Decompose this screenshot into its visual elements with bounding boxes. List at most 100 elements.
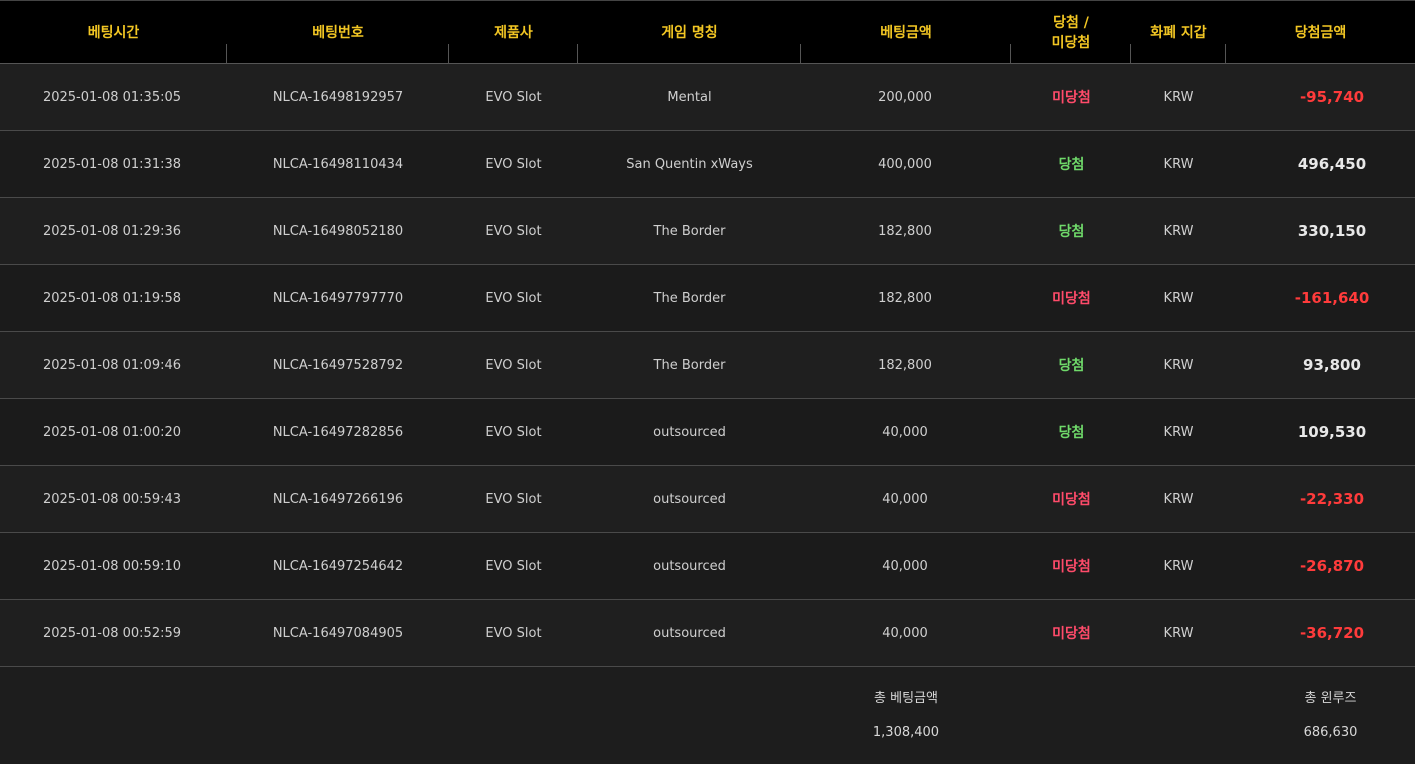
cell-wallet: KRW: [1163, 558, 1194, 574]
cell-wallet: KRW: [1163, 625, 1194, 641]
table-row: 2025-01-08 01:00:20 NLCA-16497282856 EVO S…: [0, 399, 1415, 466]
cell-bet-amount: 200,000: [878, 89, 932, 105]
cell-wallet: KRW: [1163, 89, 1194, 105]
cell-bet-number: NLCA-16497084905: [272, 625, 404, 641]
cell-bet-number: NLCA-16498192957: [272, 89, 404, 105]
header-result-line1: 당첨 /: [1053, 15, 1089, 31]
cell-bet-number: NLCA-16497282856: [272, 424, 404, 440]
cell-result: 당첨: [1058, 425, 1085, 441]
header-result: 당첨 / 미당첨: [1011, 1, 1131, 65]
cell-game-name: San Quentin xWays: [626, 156, 753, 172]
cell-result: 당첨: [1058, 224, 1085, 240]
cell-result: 미당첨: [1052, 626, 1091, 642]
cell-bet-amount: 40,000: [882, 491, 928, 507]
cell-game-name: The Border: [653, 357, 726, 373]
cell-bet-amount: 40,000: [882, 625, 928, 641]
cell-game-name: outsourced: [653, 558, 726, 574]
cell-result: 미당첨: [1052, 90, 1091, 106]
cell-bet-number: NLCA-16498052180: [272, 223, 404, 239]
cell-bet-number: NLCA-16498110434: [272, 156, 404, 172]
cell-bet-amount: 40,000: [882, 558, 928, 574]
header-result-line2: 미당첨: [1051, 35, 1091, 51]
header-game-name: 게임 명칭: [661, 25, 718, 41]
cell-provider: EVO Slot: [485, 424, 542, 440]
cell-provider: EVO Slot: [485, 89, 542, 105]
total-bet-value: 1,308,400: [872, 725, 940, 740]
header-bet-time: 베팅시간: [87, 25, 140, 41]
cell-bet-time: 2025-01-08 01:09:46: [42, 357, 182, 373]
cell-wallet: KRW: [1163, 424, 1194, 440]
cell-provider: EVO Slot: [485, 223, 542, 239]
cell-bet-amount: 182,800: [878, 290, 932, 306]
cell-provider: EVO Slot: [485, 558, 542, 574]
cell-bet-time: 2025-01-08 01:00:20: [42, 424, 182, 440]
cell-game-name: The Border: [653, 290, 726, 306]
cell-bet-time: 2025-01-08 01:35:05: [42, 89, 182, 105]
cell-provider: EVO Slot: [485, 357, 542, 373]
header-wallet: 화폐 지갑: [1150, 25, 1207, 41]
table-row: 2025-01-08 01:19:58 NLCA-16497797770 EVO S…: [0, 265, 1415, 332]
cell-result: 미당첨: [1052, 291, 1091, 307]
total-bet-label: 총 베팅금액: [874, 691, 938, 706]
cell-bet-number: NLCA-16497254642: [272, 558, 404, 574]
cell-win-amount: -36,720: [1299, 624, 1365, 642]
cell-provider: EVO Slot: [485, 625, 542, 641]
header-divider: [1225, 44, 1226, 65]
cell-win-amount: -95,740: [1299, 88, 1365, 106]
cell-game-name: outsourced: [653, 491, 726, 507]
total-winloss-value: 686,630: [1303, 725, 1358, 740]
cell-provider: EVO Slot: [485, 290, 542, 306]
cell-bet-amount: 182,800: [878, 357, 932, 373]
cell-win-amount: -22,330: [1299, 490, 1365, 508]
cell-game-name: outsourced: [653, 424, 726, 440]
header-divider: [577, 44, 578, 65]
cell-bet-amount: 400,000: [878, 156, 932, 172]
cell-win-amount: -26,870: [1299, 557, 1365, 575]
table-row: 2025-01-08 01:35:05 NLCA-16498192957 EVO S…: [0, 64, 1415, 131]
cell-game-name: outsourced: [653, 625, 726, 641]
cell-win-amount: -161,640: [1294, 289, 1370, 307]
table-body: 2025-01-08 01:35:05 NLCA-16498192957 EVO S…: [0, 64, 1415, 667]
cell-bet-time: 2025-01-08 00:59:10: [42, 558, 182, 574]
cell-game-name: The Border: [653, 223, 726, 239]
cell-bet-amount: 40,000: [882, 424, 928, 440]
table-row: 2025-01-08 01:09:46 NLCA-16497528792 EVO S…: [0, 332, 1415, 399]
header-bet-amount: 베팅금액: [880, 25, 932, 41]
cell-bet-number: NLCA-16497797770: [272, 290, 404, 306]
cell-bet-amount: 182,800: [878, 223, 932, 239]
header-bet-number: 베팅번호: [312, 25, 364, 41]
cell-wallet: KRW: [1163, 156, 1194, 172]
table-row: 2025-01-08 00:59:10 NLCA-16497254642 EVO S…: [0, 533, 1415, 600]
cell-win-amount: 109,530: [1297, 423, 1367, 441]
cell-bet-time: 2025-01-08 01:19:58: [42, 290, 182, 306]
cell-game-name: Mental: [667, 89, 712, 105]
cell-wallet: KRW: [1163, 290, 1194, 306]
header-provider: 제품사: [494, 25, 533, 41]
table-row: 2025-01-08 00:52:59 NLCA-16497084905 EVO S…: [0, 600, 1415, 667]
cell-win-amount: 496,450: [1297, 155, 1367, 173]
cell-win-amount: 93,800: [1303, 356, 1361, 374]
table-header: 베팅시간 베팅번호 제품사 게임 명칭 베팅금액 당첨 / 미당첨 화폐 지갑 …: [0, 0, 1415, 65]
cell-wallet: KRW: [1163, 491, 1194, 507]
table-footer: 총 베팅금액 1,308,400 총 윈루즈 686,630: [0, 667, 1415, 764]
cell-bet-number: NLCA-16497266196: [272, 491, 404, 507]
cell-result: 당첨: [1058, 358, 1085, 374]
cell-bet-time: 2025-01-08 01:29:36: [42, 223, 182, 239]
cell-wallet: KRW: [1163, 357, 1194, 373]
cell-bet-time: 2025-01-08 01:31:38: [42, 156, 182, 172]
table-row: 2025-01-08 01:29:36 NLCA-16498052180 EVO S…: [0, 198, 1415, 265]
cell-win-amount: 330,150: [1297, 222, 1367, 240]
cell-result: 미당첨: [1052, 559, 1091, 575]
cell-bet-number: NLCA-16497528792: [272, 357, 404, 373]
cell-result: 당첨: [1058, 157, 1085, 173]
header-divider: [226, 44, 227, 65]
header-divider: [1130, 44, 1131, 65]
bet-history-table: 베팅시간 베팅번호 제품사 게임 명칭 베팅금액 당첨 / 미당첨 화폐 지갑 …: [0, 0, 1415, 764]
header-divider: [448, 44, 449, 65]
header-divider: [1010, 44, 1011, 65]
table-row: 2025-01-08 00:59:43 NLCA-16497266196 EVO S…: [0, 466, 1415, 533]
cell-provider: EVO Slot: [485, 491, 542, 507]
cell-bet-time: 2025-01-08 00:59:43: [42, 491, 182, 507]
cell-wallet: KRW: [1163, 223, 1194, 239]
header-divider: [800, 44, 801, 65]
